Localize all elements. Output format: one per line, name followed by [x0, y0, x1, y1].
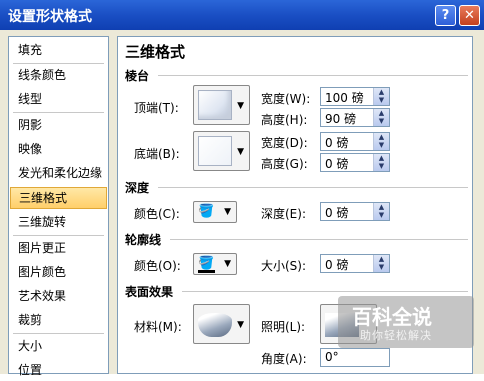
- depth-color-label: 颜色(C):: [134, 207, 180, 221]
- angle-value: 0°: [325, 350, 339, 364]
- close-icon: ✕: [464, 8, 475, 23]
- bevel-bottom-label: 底端(B):: [134, 147, 180, 161]
- sidebar-item-line-style[interactable]: 线型: [10, 88, 107, 110]
- spinner-arrows-icon[interactable]: ▲ ▼: [373, 255, 389, 272]
- bottom-height-value: 0 磅: [325, 157, 349, 171]
- spinner-arrows-icon[interactable]: ▲ ▼: [373, 88, 389, 105]
- top-height-label: 高度(H):: [261, 113, 308, 127]
- sidebar-item-shadow[interactable]: 阴影: [10, 114, 107, 136]
- depth-spinner[interactable]: 0 磅 ▲ ▼: [320, 202, 390, 221]
- angle-spinner[interactable]: 0°: [320, 348, 390, 367]
- title-bar: 设置形状格式 ? ✕: [0, 0, 484, 30]
- sidebar-item-glow-soft-edges[interactable]: 发光和柔化边缘: [10, 162, 107, 184]
- sidebar-item-3d-rotation[interactable]: 三维旋转: [10, 211, 107, 233]
- bottom-height-spinner[interactable]: 0 磅 ▲ ▼: [320, 153, 390, 172]
- dropdown-arrow-icon: ▼: [224, 207, 231, 217]
- paint-bucket-icon: 🪣: [198, 204, 215, 219]
- bottom-width-label: 宽度(D):: [261, 136, 308, 150]
- section-divider: [158, 187, 468, 188]
- depth-value: 0 磅: [325, 206, 349, 220]
- sidebar-item-position[interactable]: 位置: [10, 359, 107, 381]
- sidebar-item-size[interactable]: 大小: [10, 335, 107, 357]
- dropdown-arrow-icon: ▼: [237, 101, 244, 111]
- spinner-arrows-icon[interactable]: ▲ ▼: [373, 109, 389, 126]
- spinner-arrows-icon[interactable]: ▲ ▼: [373, 133, 389, 150]
- section-bevel-title: 棱台: [125, 69, 150, 83]
- bevel-swatch-icon: [198, 90, 232, 120]
- sidebar-item-reflection[interactable]: 映像: [10, 138, 107, 160]
- sidebar-divider: [13, 333, 104, 334]
- sidebar-item-fill[interactable]: 填充: [10, 39, 107, 61]
- contour-size-spinner[interactable]: 0 磅 ▲ ▼: [320, 254, 390, 273]
- bottom-width-value: 0 磅: [325, 136, 349, 150]
- section-depth-title: 深度: [125, 181, 150, 195]
- depth-color-picker[interactable]: 🪣 ▼: [193, 201, 237, 223]
- sidebar-item-crop[interactable]: 裁剪: [10, 309, 107, 331]
- angle-label: 角度(A):: [261, 352, 307, 366]
- material-label: 材料(M):: [134, 320, 182, 334]
- watermark: 百科全说 助你轻松解决: [338, 296, 474, 348]
- window-title: 设置形状格式: [8, 9, 92, 25]
- section-surface-title: 表面效果: [125, 285, 174, 299]
- bottom-width-spinner[interactable]: 0 磅 ▲ ▼: [320, 132, 390, 151]
- material-picker[interactable]: ▼: [193, 304, 250, 344]
- category-sidebar: 填充 线条颜色 线型 阴影 映像 发光和柔化边缘 三维格式 三维旋转 图片更正 …: [8, 36, 109, 377]
- dropdown-arrow-icon: ▼: [224, 259, 231, 269]
- bevel-swatch-icon: [198, 136, 232, 166]
- dropdown-arrow-icon: ▼: [237, 320, 244, 330]
- bottom-height-label: 高度(G):: [261, 157, 308, 171]
- bevel-bottom-picker[interactable]: ▼: [193, 131, 250, 171]
- section-divider: [182, 291, 468, 292]
- help-button[interactable]: ?: [435, 5, 456, 26]
- contour-size-label: 大小(S):: [261, 259, 307, 273]
- depth-label: 深度(E):: [261, 207, 306, 221]
- close-button[interactable]: ✕: [459, 5, 480, 26]
- top-height-spinner[interactable]: 90 磅 ▲ ▼: [320, 108, 390, 127]
- contour-color-picker[interactable]: 🪣 ▼: [193, 253, 237, 275]
- panel-heading: 三维格式: [125, 43, 186, 61]
- watermark-subtitle: 助你轻松解决: [360, 329, 432, 342]
- section-contour-title: 轮廓线: [125, 233, 162, 247]
- top-width-spinner[interactable]: 100 磅 ▲ ▼: [320, 87, 390, 106]
- spinner-arrows-icon[interactable]: ▲ ▼: [373, 154, 389, 171]
- top-width-label: 宽度(W):: [261, 92, 311, 106]
- sidebar-item-artistic-effects[interactable]: 艺术效果: [10, 285, 107, 307]
- sidebar-item-line-color[interactable]: 线条颜色: [10, 64, 107, 86]
- bevel-top-picker[interactable]: ▼: [193, 85, 250, 125]
- sidebar-divider: [13, 235, 104, 236]
- section-divider: [170, 239, 468, 240]
- lighting-label: 照明(L):: [261, 320, 306, 334]
- sidebar-item-3d-format[interactable]: 三维格式: [10, 187, 107, 209]
- watermark-title: 百科全说: [352, 305, 432, 329]
- color-bar: [198, 270, 215, 273]
- sidebar-item-picture-color[interactable]: 图片颜色: [10, 261, 107, 283]
- sidebar-divider: [13, 112, 104, 113]
- material-swatch-icon: [198, 313, 232, 337]
- top-width-value: 100 磅: [325, 91, 364, 105]
- section-divider: [158, 75, 468, 76]
- bevel-top-label: 顶端(T):: [134, 101, 179, 115]
- spinner-arrows-icon[interactable]: ▲ ▼: [373, 203, 389, 220]
- contour-size-value: 0 磅: [325, 258, 349, 272]
- sidebar-item-picture-corrections[interactable]: 图片更正: [10, 237, 107, 259]
- contour-color-label: 颜色(O):: [134, 259, 181, 273]
- help-icon: ?: [441, 8, 450, 23]
- top-height-value: 90 磅: [325, 112, 357, 126]
- dropdown-arrow-icon: ▼: [237, 147, 244, 157]
